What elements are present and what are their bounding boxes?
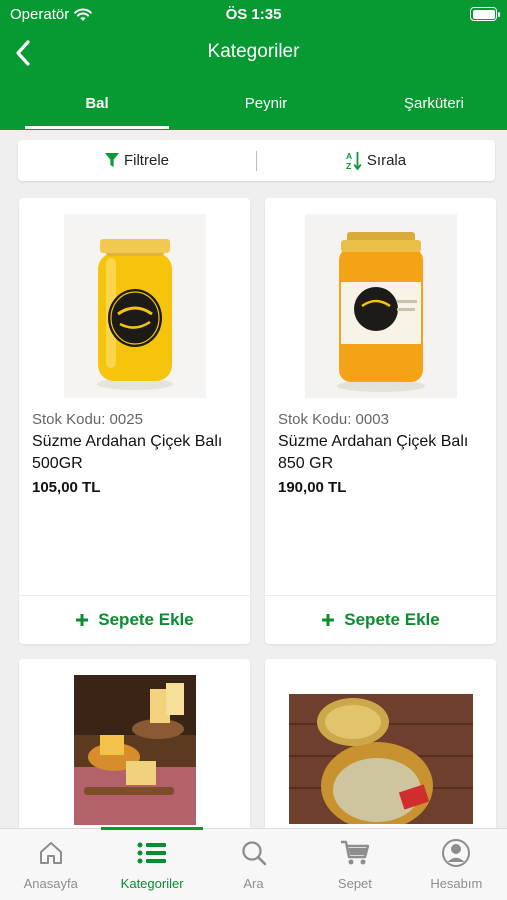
product-name[interactable]: Süzme Ardahan Çiçek Balı 500GR	[32, 431, 240, 475]
tab-bal[interactable]: Bal	[25, 76, 169, 130]
account-icon	[441, 837, 471, 869]
product-info: Stok Kodu: 0025 Süzme Ardahan Çiçek Balı…	[32, 411, 240, 496]
battery-icon	[470, 7, 500, 21]
tab-sarkuteri[interactable]: Şarküteri	[362, 76, 506, 130]
sort-label: Sırala	[366, 152, 407, 169]
nav-categories-label: Kategoriler	[120, 876, 184, 891]
svg-text:Z: Z	[346, 161, 351, 171]
tab-peynir[interactable]: Peynir	[194, 76, 338, 130]
product-name[interactable]: Süzme Ardahan Çiçek Balı 850 GR	[278, 431, 486, 475]
list-icon	[137, 837, 167, 869]
nav-account-label: Hesabım	[430, 876, 483, 891]
add-to-cart-label: Sepete Ekle	[344, 610, 440, 629]
active-tab-indicator	[25, 126, 169, 129]
nav-home[interactable]: Anasayfa	[0, 829, 101, 900]
product-card[interactable]: Stok Kodu: 0003 Süzme Ardahan Çiçek Balı…	[265, 198, 496, 644]
product-card[interactable]	[19, 659, 250, 839]
product-image	[19, 214, 250, 398]
home-icon	[37, 837, 65, 869]
product-card[interactable]: Stok Kodu: 0025 Süzme Ardahan Çiçek Balı…	[19, 198, 250, 644]
product-image	[265, 214, 496, 398]
page-title: Kategoriler	[207, 41, 300, 62]
nav-home-label: Anasayfa	[23, 876, 78, 891]
svg-text:A: A	[346, 151, 352, 161]
add-to-cart-button[interactable]: Sepete Ekle	[19, 595, 250, 644]
product-image	[265, 694, 496, 824]
product-price: 105,00 TL	[32, 479, 101, 496]
navigation-bar: Kategoriler	[0, 30, 507, 76]
add-to-cart-label: Sepete Ekle	[98, 610, 194, 629]
status-time: ÖS 1:35	[225, 6, 282, 23]
filter-button[interactable]: Filtrele	[18, 140, 256, 181]
nav-categories[interactable]: Kategoriler	[101, 827, 203, 900]
plus-icon	[322, 614, 335, 626]
product-sku: Stok Kodu: 0025	[32, 411, 143, 428]
nav-account[interactable]: Hesabım	[406, 829, 507, 900]
product-sku: Stok Kodu: 0003	[278, 411, 389, 428]
active-nav-indicator	[101, 827, 203, 830]
sort-az-icon: A Z	[346, 151, 362, 171]
add-to-cart-button[interactable]: Sepete Ekle	[265, 595, 496, 644]
search-icon	[240, 837, 268, 869]
nav-cart[interactable]: Sepet	[304, 829, 405, 900]
plus-icon	[76, 614, 89, 626]
product-card[interactable]	[265, 659, 496, 839]
sort-button[interactable]: A Z Sırala	[257, 140, 495, 181]
nav-cart-label: Sepet	[337, 876, 372, 891]
product-price: 190,00 TL	[278, 479, 347, 496]
nav-search-label: Ara	[243, 876, 264, 891]
nav-search[interactable]: Ara	[203, 829, 304, 900]
filter-label: Filtrele	[123, 152, 169, 169]
cart-icon	[340, 837, 370, 869]
product-image	[19, 675, 250, 825]
category-tabs: Bal Peynir Şarküteri	[0, 76, 507, 130]
filter-sort-toolbar: Filtrele A Z Sırala	[18, 140, 495, 181]
bottom-tab-bar: Anasayfa Kategoriler Ara Sepet Hesabım	[0, 827, 507, 900]
filter-icon	[104, 153, 119, 167]
status-bar: Operatör ÖS 1:35	[0, 0, 507, 30]
product-info: Stok Kodu: 0003 Süzme Ardahan Çiçek Balı…	[278, 411, 486, 496]
